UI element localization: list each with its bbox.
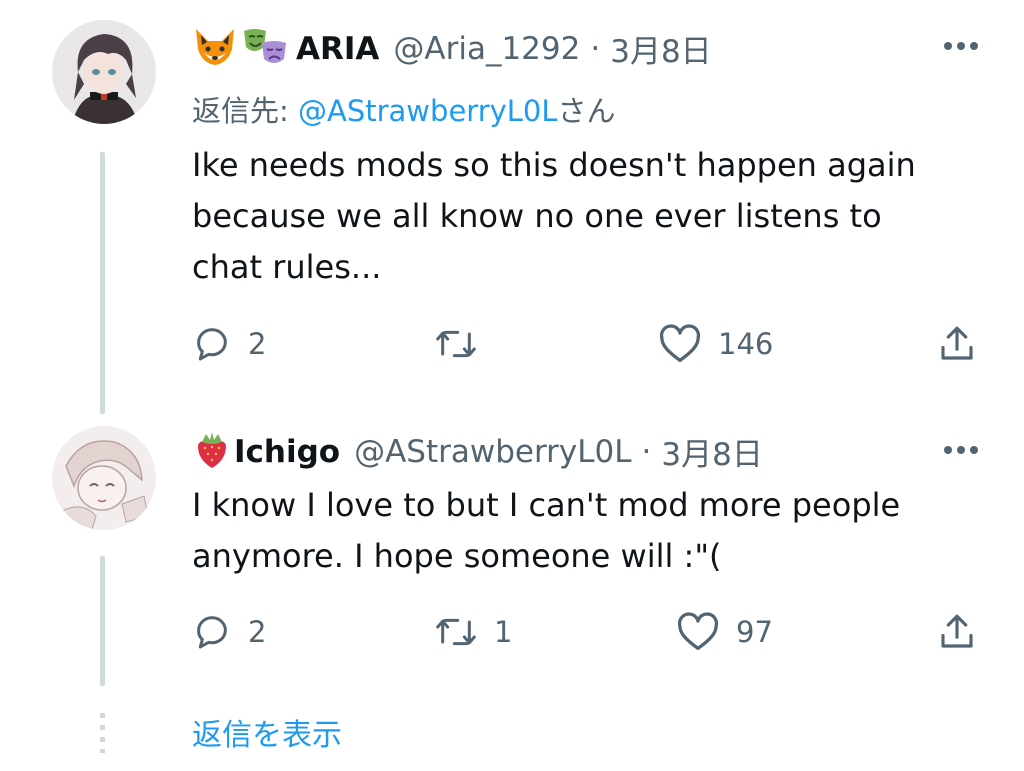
- replying-prefix: 返信先:: [192, 94, 298, 128]
- like-count: 146: [718, 327, 774, 361]
- retweet-button[interactable]: [434, 324, 494, 364]
- thread-line: [100, 152, 105, 414]
- display-name[interactable]: Ichigo: [234, 434, 340, 470]
- separator: ·: [641, 433, 652, 470]
- tweet-text: Ike needs mods so this doesn't happen ag…: [192, 146, 916, 286]
- performing-arts-emoji: [240, 27, 290, 71]
- avatar-aria[interactable]: [52, 20, 156, 124]
- display-name[interactable]: ARIA: [296, 31, 379, 67]
- reply-icon: [197, 616, 227, 649]
- mention-link[interactable]: @AStrawberryL0L: [298, 94, 558, 128]
- avatar-ichigo[interactable]: [52, 426, 156, 530]
- share-button[interactable]: [936, 322, 978, 366]
- replying-suffix: さん: [557, 94, 616, 128]
- strawberry-emoji: [192, 430, 232, 474]
- tweet-text: I know I love to but I can't mod more pe…: [192, 486, 901, 575]
- tweet-header: ARIA @Aria_1292 · 3月8日: [192, 26, 712, 71]
- thread-dots: [100, 713, 105, 753]
- like-button[interactable]: 146: [658, 324, 773, 364]
- user-handle[interactable]: @AStrawberryL0L: [354, 434, 631, 470]
- share-icon: [941, 326, 973, 360]
- more-options-icon[interactable]: [944, 446, 978, 454]
- reply-count: 2: [248, 327, 267, 361]
- separator: ·: [590, 30, 601, 67]
- replying-to: 返信先: @AStrawberryL0Lさん: [192, 88, 616, 130]
- retweet-icon: [436, 618, 476, 646]
- reply-button[interactable]: 2: [192, 324, 266, 364]
- tweet-date[interactable]: 3月8日: [661, 429, 762, 474]
- fox-emoji: [192, 27, 238, 71]
- reply-count: 2: [248, 615, 267, 649]
- reply-button[interactable]: 2: [192, 612, 266, 652]
- retweet-count: 1: [494, 615, 513, 649]
- retweet-icon: [436, 330, 476, 358]
- like-button[interactable]: 97: [676, 612, 773, 652]
- tweet-header: Ichigo @AStrawberryL0L · 3月8日: [192, 429, 763, 474]
- show-replies-link[interactable]: 返信を表示: [192, 710, 342, 754]
- like-count: 97: [736, 615, 773, 649]
- heart-icon: [659, 324, 701, 362]
- reply-icon: [197, 328, 227, 361]
- tweet-date[interactable]: 3月8日: [610, 26, 711, 71]
- user-handle[interactable]: @Aria_1292: [393, 31, 580, 67]
- share-icon: [941, 614, 973, 648]
- more-options-icon[interactable]: [944, 42, 978, 50]
- share-button[interactable]: [936, 610, 978, 654]
- retweet-button[interactable]: 1: [434, 612, 512, 652]
- heart-icon: [677, 612, 719, 650]
- thread-line: [100, 556, 105, 686]
